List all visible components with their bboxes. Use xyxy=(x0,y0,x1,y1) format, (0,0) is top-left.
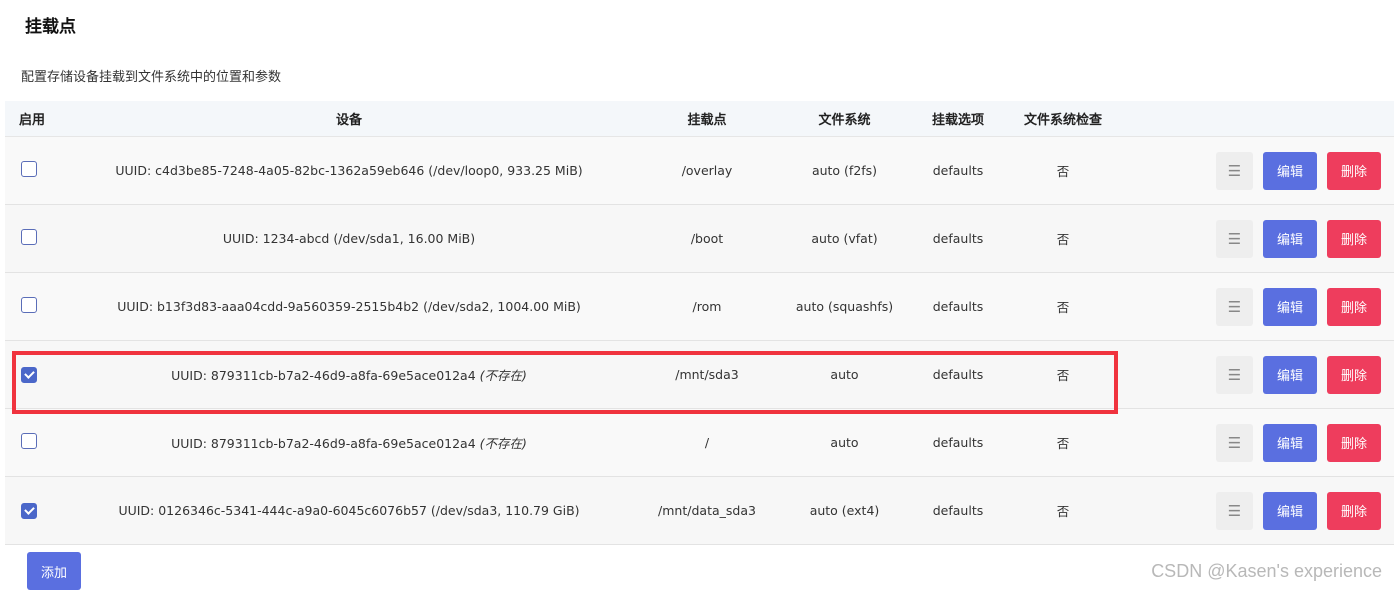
delete-button[interactable]: 删除 xyxy=(1327,151,1381,190)
header-filesystem: 文件系统 xyxy=(818,113,871,128)
enable-cell xyxy=(5,433,61,452)
filesystem-cell: auto (vfat) xyxy=(811,231,878,246)
mountpoint-cell: /mnt/sda3 xyxy=(675,367,739,382)
device-text: UUID: 879311cb-b7a2-46d9-a8fa-69e5ace012… xyxy=(171,436,480,451)
edit-button[interactable]: 编辑 xyxy=(1263,355,1317,394)
delete-button[interactable]: 删除 xyxy=(1327,355,1381,394)
device-cell: UUID: 0126346c-5341-444c-a9a0-6045c6076b… xyxy=(61,503,637,518)
edit-button[interactable]: 编辑 xyxy=(1263,151,1317,190)
enable-checkbox[interactable] xyxy=(21,297,37,313)
device-text: UUID: b13f3d83-aaa04cdd-9a560359-2515b4b… xyxy=(117,299,581,314)
table-header: 启用 设备 挂载点 文件系统 挂载选项 文件系统检查 xyxy=(5,101,1394,137)
filesystem-cell: auto (squashfs) xyxy=(795,299,894,314)
mountpoint-cell: /rom xyxy=(692,299,722,314)
options-cell: defaults xyxy=(932,231,984,246)
enable-checkbox[interactable] xyxy=(21,161,37,177)
actions-cell: ☰ 编辑 删除 xyxy=(1122,151,1394,190)
enable-checkbox[interactable] xyxy=(21,367,37,383)
filesystem-cell: auto xyxy=(830,435,859,450)
mountpoint-cell: /boot xyxy=(690,231,724,246)
table-row: UUID: 0126346c-5341-444c-a9a0-6045c6076b… xyxy=(5,477,1394,545)
delete-button[interactable]: 删除 xyxy=(1327,219,1381,258)
enable-cell xyxy=(5,161,61,180)
drag-handle-icon[interactable]: ☰ xyxy=(1216,355,1253,394)
header-enable: 启用 xyxy=(19,113,46,128)
mountpoint-cell: / xyxy=(704,435,710,450)
drag-handle-icon[interactable]: ☰ xyxy=(1216,491,1253,530)
device-text: UUID: 879311cb-b7a2-46d9-a8fa-69e5ace012… xyxy=(171,368,480,383)
actions-cell: ☰ 编辑 删除 xyxy=(1122,287,1394,326)
edit-button[interactable]: 编辑 xyxy=(1263,287,1317,326)
table-row: UUID: 879311cb-b7a2-46d9-a8fa-69e5ace012… xyxy=(5,409,1394,477)
actions-cell: ☰ 编辑 删除 xyxy=(1122,491,1394,530)
table-row: UUID: 879311cb-b7a2-46d9-a8fa-69e5ace012… xyxy=(5,341,1394,409)
table-row: UUID: c4d3be85-7248-4a05-82bc-1362a59eb6… xyxy=(5,137,1394,205)
drag-handle-icon[interactable]: ☰ xyxy=(1216,423,1253,462)
device-cell: UUID: 1234-abcd (/dev/sda1, 16.00 MiB) xyxy=(61,231,637,246)
page-description: 配置存储设备挂载到文件系统中的位置和参数 xyxy=(21,70,282,85)
drag-handle-icon[interactable]: ☰ xyxy=(1216,219,1253,258)
enable-checkbox[interactable] xyxy=(21,229,37,245)
delete-button[interactable]: 删除 xyxy=(1327,491,1381,530)
device-text: UUID: c4d3be85-7248-4a05-82bc-1362a59eb6… xyxy=(115,163,583,178)
options-cell: defaults xyxy=(932,435,984,450)
delete-button[interactable]: 删除 xyxy=(1327,423,1381,462)
filesystem-cell: auto (ext4) xyxy=(809,503,880,518)
device-text: UUID: 0126346c-5341-444c-a9a0-6045c6076b… xyxy=(118,503,580,518)
edit-button[interactable]: 编辑 xyxy=(1263,423,1317,462)
mount-table: 启用 设备 挂载点 文件系统 挂载选项 文件系统检查 UUID: c4d3be8… xyxy=(5,101,1394,545)
drag-handle-icon[interactable]: ☰ xyxy=(1216,287,1253,326)
options-cell: defaults xyxy=(932,163,984,178)
enable-cell xyxy=(5,502,61,519)
watermark: CSDN @Kasen's experience xyxy=(1151,561,1382,581)
enable-checkbox[interactable] xyxy=(21,503,37,519)
filesystem-cell: auto xyxy=(830,367,859,382)
table-body: UUID: c4d3be85-7248-4a05-82bc-1362a59eb6… xyxy=(5,137,1394,545)
options-cell: defaults xyxy=(932,367,984,382)
fsck-cell: 否 xyxy=(1056,300,1070,315)
edit-button[interactable]: 编辑 xyxy=(1263,219,1317,258)
device-note: (不存在) xyxy=(479,436,527,451)
fsck-cell: 否 xyxy=(1056,504,1070,519)
device-cell: UUID: c4d3be85-7248-4a05-82bc-1362a59eb6… xyxy=(61,163,637,178)
options-cell: defaults xyxy=(932,503,984,518)
device-cell: UUID: b13f3d83-aaa04cdd-9a560359-2515b4b… xyxy=(61,299,637,314)
page-title: 挂载点 xyxy=(25,17,76,37)
table-row: UUID: b13f3d83-aaa04cdd-9a560359-2515b4b… xyxy=(5,273,1394,341)
fsck-cell: 否 xyxy=(1056,164,1070,179)
header-options: 挂载选项 xyxy=(931,113,984,128)
header-device: 设备 xyxy=(335,113,362,128)
mountpoint-cell: /mnt/data_sda3 xyxy=(658,503,756,518)
drag-handle-icon[interactable]: ☰ xyxy=(1216,151,1253,190)
enable-checkbox[interactable] xyxy=(21,433,37,449)
fsck-cell: 否 xyxy=(1056,436,1070,451)
add-button[interactable]: 添加 xyxy=(27,552,81,590)
actions-cell: ☰ 编辑 删除 xyxy=(1122,219,1394,258)
mount-points-panel: 挂载点 配置存储设备挂载到文件系统中的位置和参数 启用 设备 挂载点 文件系统 … xyxy=(5,0,1394,591)
enable-cell xyxy=(5,297,61,316)
table-row: UUID: 1234-abcd (/dev/sda1, 16.00 MiB) /… xyxy=(5,205,1394,273)
device-text: UUID: 1234-abcd (/dev/sda1, 16.00 MiB) xyxy=(222,231,476,246)
options-cell: defaults xyxy=(932,299,984,314)
device-cell: UUID: 879311cb-b7a2-46d9-a8fa-69e5ace012… xyxy=(61,433,637,452)
actions-cell: ☰ 编辑 删除 xyxy=(1122,423,1394,462)
delete-button[interactable]: 删除 xyxy=(1327,287,1381,326)
fsck-cell: 否 xyxy=(1056,368,1070,383)
mountpoint-cell: /overlay xyxy=(681,163,733,178)
header-fsck: 文件系统检查 xyxy=(1023,113,1102,128)
actions-cell: ☰ 编辑 删除 xyxy=(1122,355,1394,394)
header-mountpoint: 挂载点 xyxy=(687,113,727,128)
device-note: (不存在) xyxy=(479,368,527,383)
enable-cell xyxy=(5,229,61,248)
device-cell: UUID: 879311cb-b7a2-46d9-a8fa-69e5ace012… xyxy=(61,365,637,384)
enable-cell xyxy=(5,366,61,383)
filesystem-cell: auto (f2fs) xyxy=(811,163,878,178)
fsck-cell: 否 xyxy=(1056,232,1070,247)
edit-button[interactable]: 编辑 xyxy=(1263,491,1317,530)
